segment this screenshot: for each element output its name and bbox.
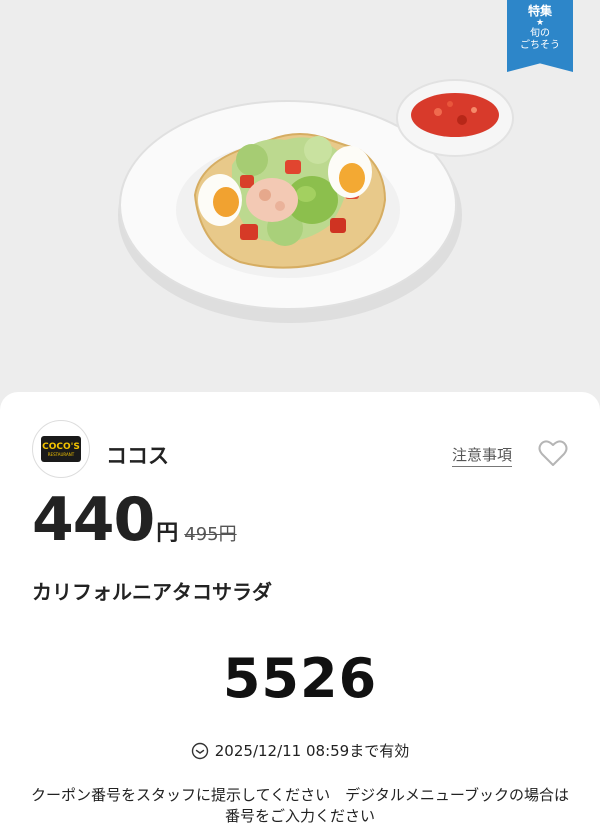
currency-label: 円 — [156, 521, 179, 546]
store-logo: COCO'S RESTAURANT — [32, 420, 90, 478]
notes-link[interactable]: 注意事項 — [452, 444, 513, 467]
favorite-heart-icon[interactable] — [538, 439, 568, 467]
ribbon-line-1: 旬の — [530, 28, 550, 39]
ribbon-line-2: ごちそう — [520, 40, 560, 51]
store-name: ココス — [106, 444, 169, 468]
coupon-code: 5526 — [222, 647, 378, 710]
feature-ribbon[interactable]: 特集 ★ 旬の ごちそう — [507, 0, 573, 72]
item-name: カリフォルニアタコサラダ — [32, 580, 272, 604]
coupon-card: COCO'S RESTAURANT ココス 注意事項 440 円 495円 カリ… — [0, 392, 600, 840]
product-image: 特集 ★ 旬の ごちそう — [0, 0, 600, 410]
ribbon-title: 特集 — [527, 4, 552, 18]
price-row: 440 円 495円 — [32, 490, 237, 550]
star-icon: ★ — [535, 18, 545, 28]
cocos-logo-icon: COCO'S RESTAURANT — [41, 436, 81, 462]
usage-instructions: クーポン番号をスタッフに提示してください デジタルメニューブックの場合は番号をご… — [31, 786, 569, 825]
clock-icon — [191, 742, 208, 759]
coupon-price: 440 — [32, 485, 155, 555]
expiry-text: 2025/12/11 08:59まで有効 — [214, 742, 410, 760]
original-price: 495円 — [184, 524, 237, 545]
expiry-row: 2025/12/11 08:59まで有効 — [0, 740, 600, 761]
